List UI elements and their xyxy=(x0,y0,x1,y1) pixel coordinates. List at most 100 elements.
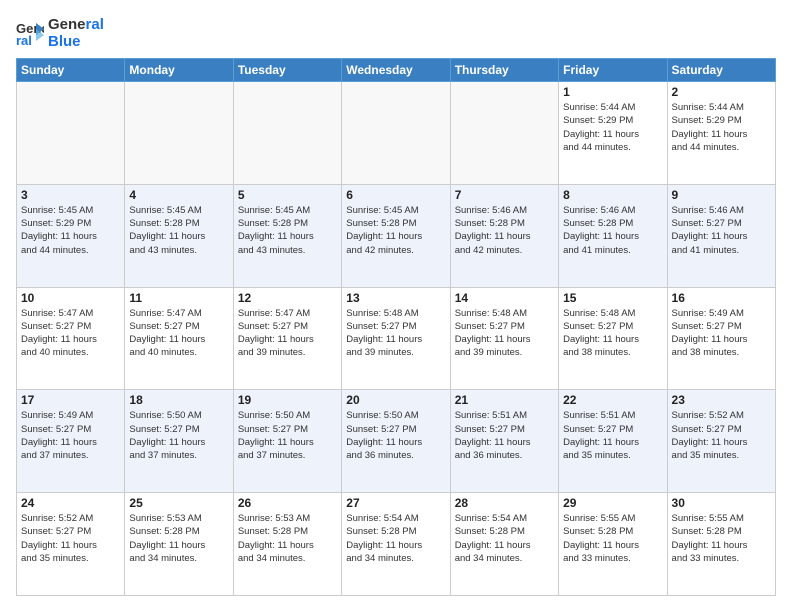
calendar-table: SundayMondayTuesdayWednesdayThursdayFrid… xyxy=(16,58,776,596)
calendar-day-7: 7Sunrise: 5:46 AMSunset: 5:28 PMDaylight… xyxy=(450,184,558,287)
calendar-day-8: 8 Sunrise: 5:46 AMSunset: 5:28 PMDaylight… xyxy=(559,184,667,287)
day-number: 7 xyxy=(455,188,554,202)
page: Gene ral General Blue SundayMondayTuesda… xyxy=(0,0,792,612)
calendar-day-19: 19 Sunrise: 5:50 AMSunset: 5:27 PMDayligh… xyxy=(233,390,341,493)
day-info: Sunrise: 5:51 AMSunset: 5:27 PMDaylight:… xyxy=(563,409,662,462)
day-number: 20 xyxy=(346,393,445,407)
logo-icon: Gene ral xyxy=(16,19,44,47)
weekday-header-row: SundayMondayTuesdayWednesdayThursdayFrid… xyxy=(17,59,776,82)
calendar-day-11: 11 Sunrise: 5:47 AMSunset: 5:27 PMDayligh… xyxy=(125,287,233,390)
day-number: 22 xyxy=(563,393,662,407)
day-info: Sunrise: 5:54 AMSunset: 5:28 PMDaylight:… xyxy=(455,512,554,565)
day-number: 19 xyxy=(238,393,337,407)
weekday-header-friday: Friday xyxy=(559,59,667,82)
day-number: 3 xyxy=(21,188,120,202)
day-number: 23 xyxy=(672,393,771,407)
day-info: Sunrise: 5:44 AMSunset: 5:29 PMDaylight:… xyxy=(563,101,662,154)
calendar-day-5: 5 Sunrise: 5:45 AMSunset: 5:28 PMDaylight… xyxy=(233,184,341,287)
calendar-day-29: 29 Sunrise: 5:55 AMSunset: 5:28 PMDayligh… xyxy=(559,493,667,596)
day-number: 13 xyxy=(346,291,445,305)
calendar-day-3: 3 Sunrise: 5:45 AMSunset: 5:29 PMDaylight… xyxy=(17,184,125,287)
calendar-day-2: 2 Sunrise: 5:44 AMSunset: 5:29 PMDaylight… xyxy=(667,82,775,185)
day-number: 8 xyxy=(563,188,662,202)
day-info: Sunrise: 5:51 AMSunset: 5:27 PMDaylight:… xyxy=(455,409,554,462)
calendar-week-row: 1Sunrise: 5:44 AMSunset: 5:29 PMDaylight… xyxy=(17,82,776,185)
calendar-day-1: 1Sunrise: 5:44 AMSunset: 5:29 PMDaylight… xyxy=(559,82,667,185)
calendar-day-16: 16 Sunrise: 5:49 AMSunset: 5:27 PMDayligh… xyxy=(667,287,775,390)
day-number: 29 xyxy=(563,496,662,510)
calendar-day-23: 23 Sunrise: 5:52 AMSunset: 5:27 PMDayligh… xyxy=(667,390,775,493)
day-info: Sunrise: 5:45 AMSunset: 5:28 PMDaylight:… xyxy=(238,204,337,257)
day-number: 17 xyxy=(21,393,120,407)
day-number: 21 xyxy=(455,393,554,407)
calendar-day-15: 15Sunrise: 5:48 AMSunset: 5:27 PMDayligh… xyxy=(559,287,667,390)
day-info: Sunrise: 5:44 AMSunset: 5:29 PMDaylight:… xyxy=(672,101,771,154)
calendar-day-26: 26Sunrise: 5:53 AMSunset: 5:28 PMDayligh… xyxy=(233,493,341,596)
day-info: Sunrise: 5:55 AMSunset: 5:28 PMDaylight:… xyxy=(672,512,771,565)
day-number: 10 xyxy=(21,291,120,305)
day-info: Sunrise: 5:50 AMSunset: 5:27 PMDaylight:… xyxy=(346,409,445,462)
weekday-header-sunday: Sunday xyxy=(17,59,125,82)
day-number: 28 xyxy=(455,496,554,510)
day-number: 6 xyxy=(346,188,445,202)
calendar-day-4: 4 Sunrise: 5:45 AMSunset: 5:28 PMDaylight… xyxy=(125,184,233,287)
calendar-day-14: 14Sunrise: 5:48 AMSunset: 5:27 PMDayligh… xyxy=(450,287,558,390)
calendar-day-17: 17 Sunrise: 5:49 AMSunset: 5:27 PMDayligh… xyxy=(17,390,125,493)
day-number: 4 xyxy=(129,188,228,202)
day-number: 12 xyxy=(238,291,337,305)
weekday-header-tuesday: Tuesday xyxy=(233,59,341,82)
calendar-week-row: 10 Sunrise: 5:47 AMSunset: 5:27 PMDayligh… xyxy=(17,287,776,390)
day-info: Sunrise: 5:52 AMSunset: 5:27 PMDaylight:… xyxy=(21,512,120,565)
day-info: Sunrise: 5:45 AMSunset: 5:28 PMDaylight:… xyxy=(129,204,228,257)
day-info: Sunrise: 5:46 AMSunset: 5:28 PMDaylight:… xyxy=(563,204,662,257)
day-number: 9 xyxy=(672,188,771,202)
day-number: 30 xyxy=(672,496,771,510)
day-number: 24 xyxy=(21,496,120,510)
calendar-day-28: 28 Sunrise: 5:54 AMSunset: 5:28 PMDayligh… xyxy=(450,493,558,596)
calendar-day-13: 13 Sunrise: 5:48 AMSunset: 5:27 PMDayligh… xyxy=(342,287,450,390)
calendar-week-row: 24 Sunrise: 5:52 AMSunset: 5:27 PMDayligh… xyxy=(17,493,776,596)
calendar-day-12: 12 Sunrise: 5:47 AMSunset: 5:27 PMDayligh… xyxy=(233,287,341,390)
calendar-day-18: 18 Sunrise: 5:50 AMSunset: 5:27 PMDayligh… xyxy=(125,390,233,493)
day-info: Sunrise: 5:50 AMSunset: 5:27 PMDaylight:… xyxy=(238,409,337,462)
day-number: 18 xyxy=(129,393,228,407)
day-info: Sunrise: 5:50 AMSunset: 5:27 PMDaylight:… xyxy=(129,409,228,462)
day-info: Sunrise: 5:48 AMSunset: 5:27 PMDaylight:… xyxy=(346,307,445,360)
day-info: Sunrise: 5:52 AMSunset: 5:27 PMDaylight:… xyxy=(672,409,771,462)
calendar-week-row: 3 Sunrise: 5:45 AMSunset: 5:29 PMDaylight… xyxy=(17,184,776,287)
weekday-header-monday: Monday xyxy=(125,59,233,82)
day-number: 2 xyxy=(672,85,771,99)
calendar-day-25: 25Sunrise: 5:53 AMSunset: 5:28 PMDayligh… xyxy=(125,493,233,596)
day-info: Sunrise: 5:48 AMSunset: 5:27 PMDaylight:… xyxy=(455,307,554,360)
calendar-day-30: 30 Sunrise: 5:55 AMSunset: 5:28 PMDayligh… xyxy=(667,493,775,596)
calendar-day-22: 22 Sunrise: 5:51 AMSunset: 5:27 PMDayligh… xyxy=(559,390,667,493)
day-number: 25 xyxy=(129,496,228,510)
calendar-day-9: 9Sunrise: 5:46 AMSunset: 5:27 PMDaylight… xyxy=(667,184,775,287)
calendar-day-21: 21 Sunrise: 5:51 AMSunset: 5:27 PMDayligh… xyxy=(450,390,558,493)
day-info: Sunrise: 5:55 AMSunset: 5:28 PMDaylight:… xyxy=(563,512,662,565)
day-info: Sunrise: 5:47 AMSunset: 5:27 PMDaylight:… xyxy=(129,307,228,360)
day-info: Sunrise: 5:45 AMSunset: 5:29 PMDaylight:… xyxy=(21,204,120,257)
day-number: 16 xyxy=(672,291,771,305)
day-info: Sunrise: 5:47 AMSunset: 5:27 PMDaylight:… xyxy=(21,307,120,360)
day-info: Sunrise: 5:47 AMSunset: 5:27 PMDaylight:… xyxy=(238,307,337,360)
weekday-header-saturday: Saturday xyxy=(667,59,775,82)
calendar-empty-cell xyxy=(17,82,125,185)
weekday-header-thursday: Thursday xyxy=(450,59,558,82)
day-number: 5 xyxy=(238,188,337,202)
day-number: 11 xyxy=(129,291,228,305)
day-number: 15 xyxy=(563,291,662,305)
day-info: Sunrise: 5:54 AMSunset: 5:28 PMDaylight:… xyxy=(346,512,445,565)
calendar-day-6: 6 Sunrise: 5:45 AMSunset: 5:28 PMDaylight… xyxy=(342,184,450,287)
calendar-week-row: 17 Sunrise: 5:49 AMSunset: 5:27 PMDayligh… xyxy=(17,390,776,493)
calendar-empty-cell xyxy=(342,82,450,185)
day-info: Sunrise: 5:49 AMSunset: 5:27 PMDaylight:… xyxy=(21,409,120,462)
day-info: Sunrise: 5:49 AMSunset: 5:27 PMDaylight:… xyxy=(672,307,771,360)
calendar-day-10: 10 Sunrise: 5:47 AMSunset: 5:27 PMDayligh… xyxy=(17,287,125,390)
day-number: 26 xyxy=(238,496,337,510)
day-number: 27 xyxy=(346,496,445,510)
calendar-day-27: 27 Sunrise: 5:54 AMSunset: 5:28 PMDayligh… xyxy=(342,493,450,596)
day-info: Sunrise: 5:45 AMSunset: 5:28 PMDaylight:… xyxy=(346,204,445,257)
calendar-day-20: 20 Sunrise: 5:50 AMSunset: 5:27 PMDayligh… xyxy=(342,390,450,493)
header: Gene ral General Blue xyxy=(16,16,776,50)
